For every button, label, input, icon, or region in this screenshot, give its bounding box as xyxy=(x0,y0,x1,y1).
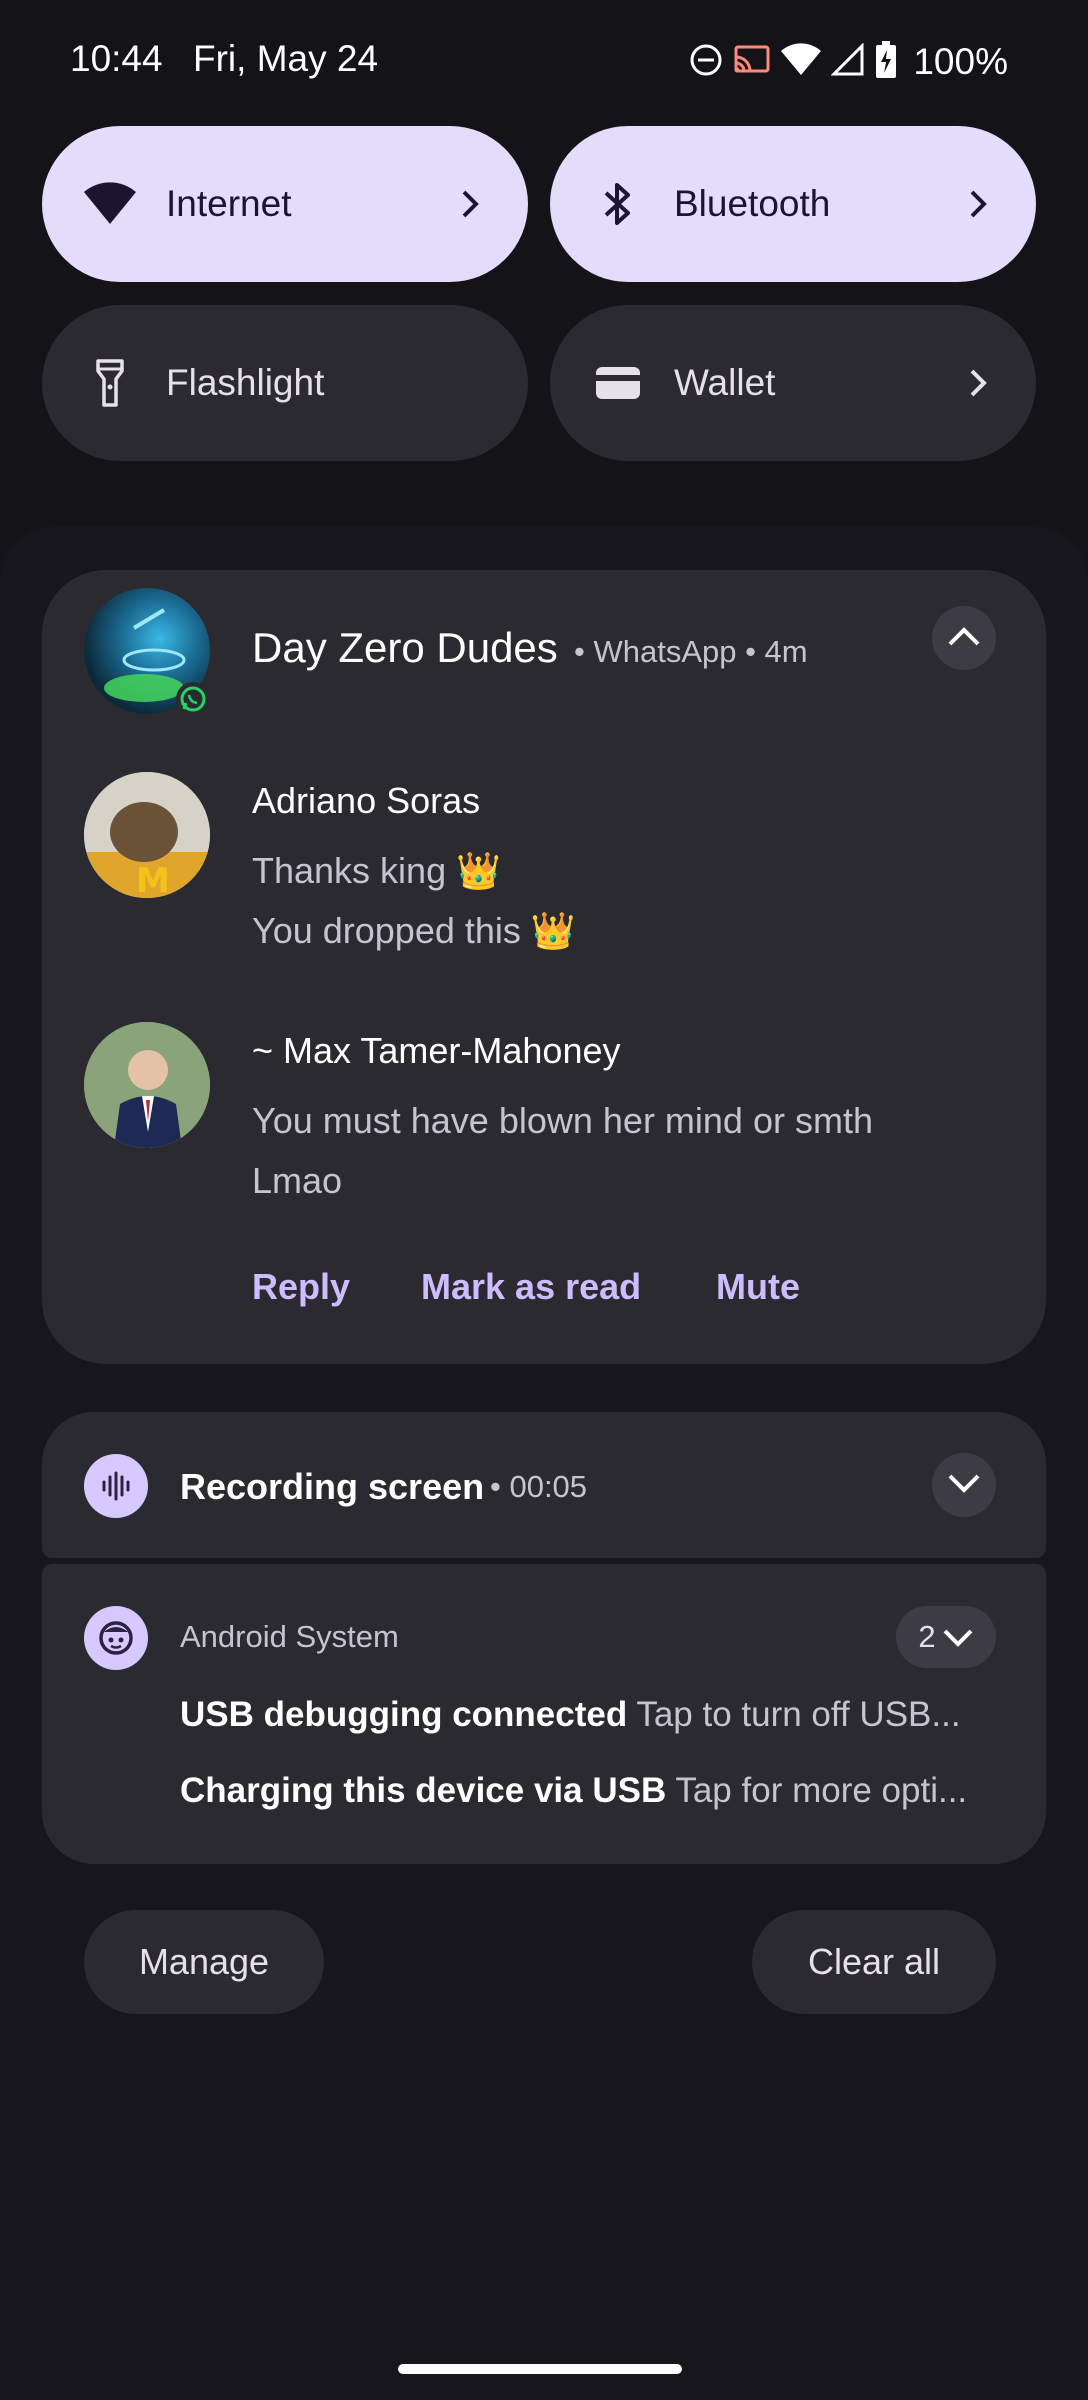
tile-bluetooth-label: Bluetooth xyxy=(674,183,831,224)
clear-all-button[interactable]: Clear all xyxy=(752,1910,996,2014)
cast-icon xyxy=(733,43,771,82)
collapse-button[interactable] xyxy=(932,606,996,670)
chevron-right-icon xyxy=(964,186,992,222)
svg-text:M: M xyxy=(136,861,170,898)
wallet-icon xyxy=(590,355,646,411)
android-system-icon xyxy=(84,1606,148,1670)
chevron-down-icon xyxy=(946,1471,982,1500)
chevron-down-icon xyxy=(943,1629,973,1647)
message-text: Thanks king 👑 xyxy=(252,850,501,891)
message-text: Lmao xyxy=(252,1160,343,1201)
chevron-up-icon xyxy=(946,624,982,653)
status-bar: 10:44 Fri, May 24 100% xyxy=(0,0,1088,120)
sound-wave-icon xyxy=(84,1454,148,1518)
battery-charging-icon xyxy=(875,40,897,84)
chevron-right-icon xyxy=(456,186,484,222)
sender-name: Adriano Soras xyxy=(252,780,481,821)
tile-internet-label: Internet xyxy=(166,183,292,224)
do-not-disturb-icon xyxy=(689,43,723,82)
sender-avatar-adriano: M xyxy=(84,772,210,898)
message-text: You must have blown her mind or smth xyxy=(252,1100,873,1141)
status-date: Fri, May 24 xyxy=(193,38,379,79)
status-time: 10:44 xyxy=(70,38,163,79)
tile-flashlight[interactable]: Flashlight xyxy=(42,305,528,461)
sender-avatar-max xyxy=(84,1022,210,1148)
status-icons: 100% xyxy=(689,38,1008,86)
cellular-signal-icon xyxy=(830,41,865,82)
recording-time: • 00:05 xyxy=(490,1469,588,1504)
manage-button[interactable]: Manage xyxy=(84,1910,324,2014)
notification-text: Tap for more opti... xyxy=(675,1771,968,1810)
group-title: Day Zero Dudes xyxy=(252,624,558,671)
sender-name: ~ Max Tamer-Mahoney xyxy=(252,1030,621,1071)
expand-count-button[interactable]: 2 xyxy=(896,1606,996,1668)
wifi-icon xyxy=(82,176,138,232)
bluetooth-icon xyxy=(590,176,646,232)
wifi-icon xyxy=(781,42,822,82)
notification-title: USB debugging connected xyxy=(180,1695,628,1734)
notification-app-name: Android System xyxy=(180,1619,399,1654)
battery-percentage: 100% xyxy=(913,41,1008,82)
recording-title: Recording screen xyxy=(180,1466,485,1507)
notification-count: 2 xyxy=(918,1619,936,1654)
system-notification-line[interactable]: Charging this device via USB Tap for mor… xyxy=(180,1771,996,1811)
whatsapp-icon xyxy=(176,682,210,716)
expand-button[interactable] xyxy=(932,1453,996,1517)
system-notification-line[interactable]: USB debugging connected Tap to turn off … xyxy=(180,1695,996,1735)
chevron-right-icon xyxy=(964,365,992,401)
flashlight-icon xyxy=(82,355,138,411)
notification-text: Tap to turn off USB... xyxy=(636,1695,961,1734)
reply-button[interactable]: Reply xyxy=(252,1266,350,1308)
tile-bluetooth[interactable]: Bluetooth xyxy=(550,126,1036,282)
message-text: You dropped this 👑 xyxy=(252,910,576,951)
group-meta: • WhatsApp • 4m xyxy=(574,634,808,669)
tile-internet[interactable]: Internet xyxy=(42,126,528,282)
tile-flashlight-label: Flashlight xyxy=(166,362,325,403)
notification-title: Charging this device via USB xyxy=(180,1771,667,1810)
tile-wallet-label: Wallet xyxy=(674,362,776,403)
tile-wallet[interactable]: Wallet xyxy=(550,305,1036,461)
home-gesture-bar[interactable] xyxy=(398,2364,682,2374)
mute-button[interactable]: Mute xyxy=(716,1266,800,1308)
mark-as-read-button[interactable]: Mark as read xyxy=(421,1266,641,1308)
